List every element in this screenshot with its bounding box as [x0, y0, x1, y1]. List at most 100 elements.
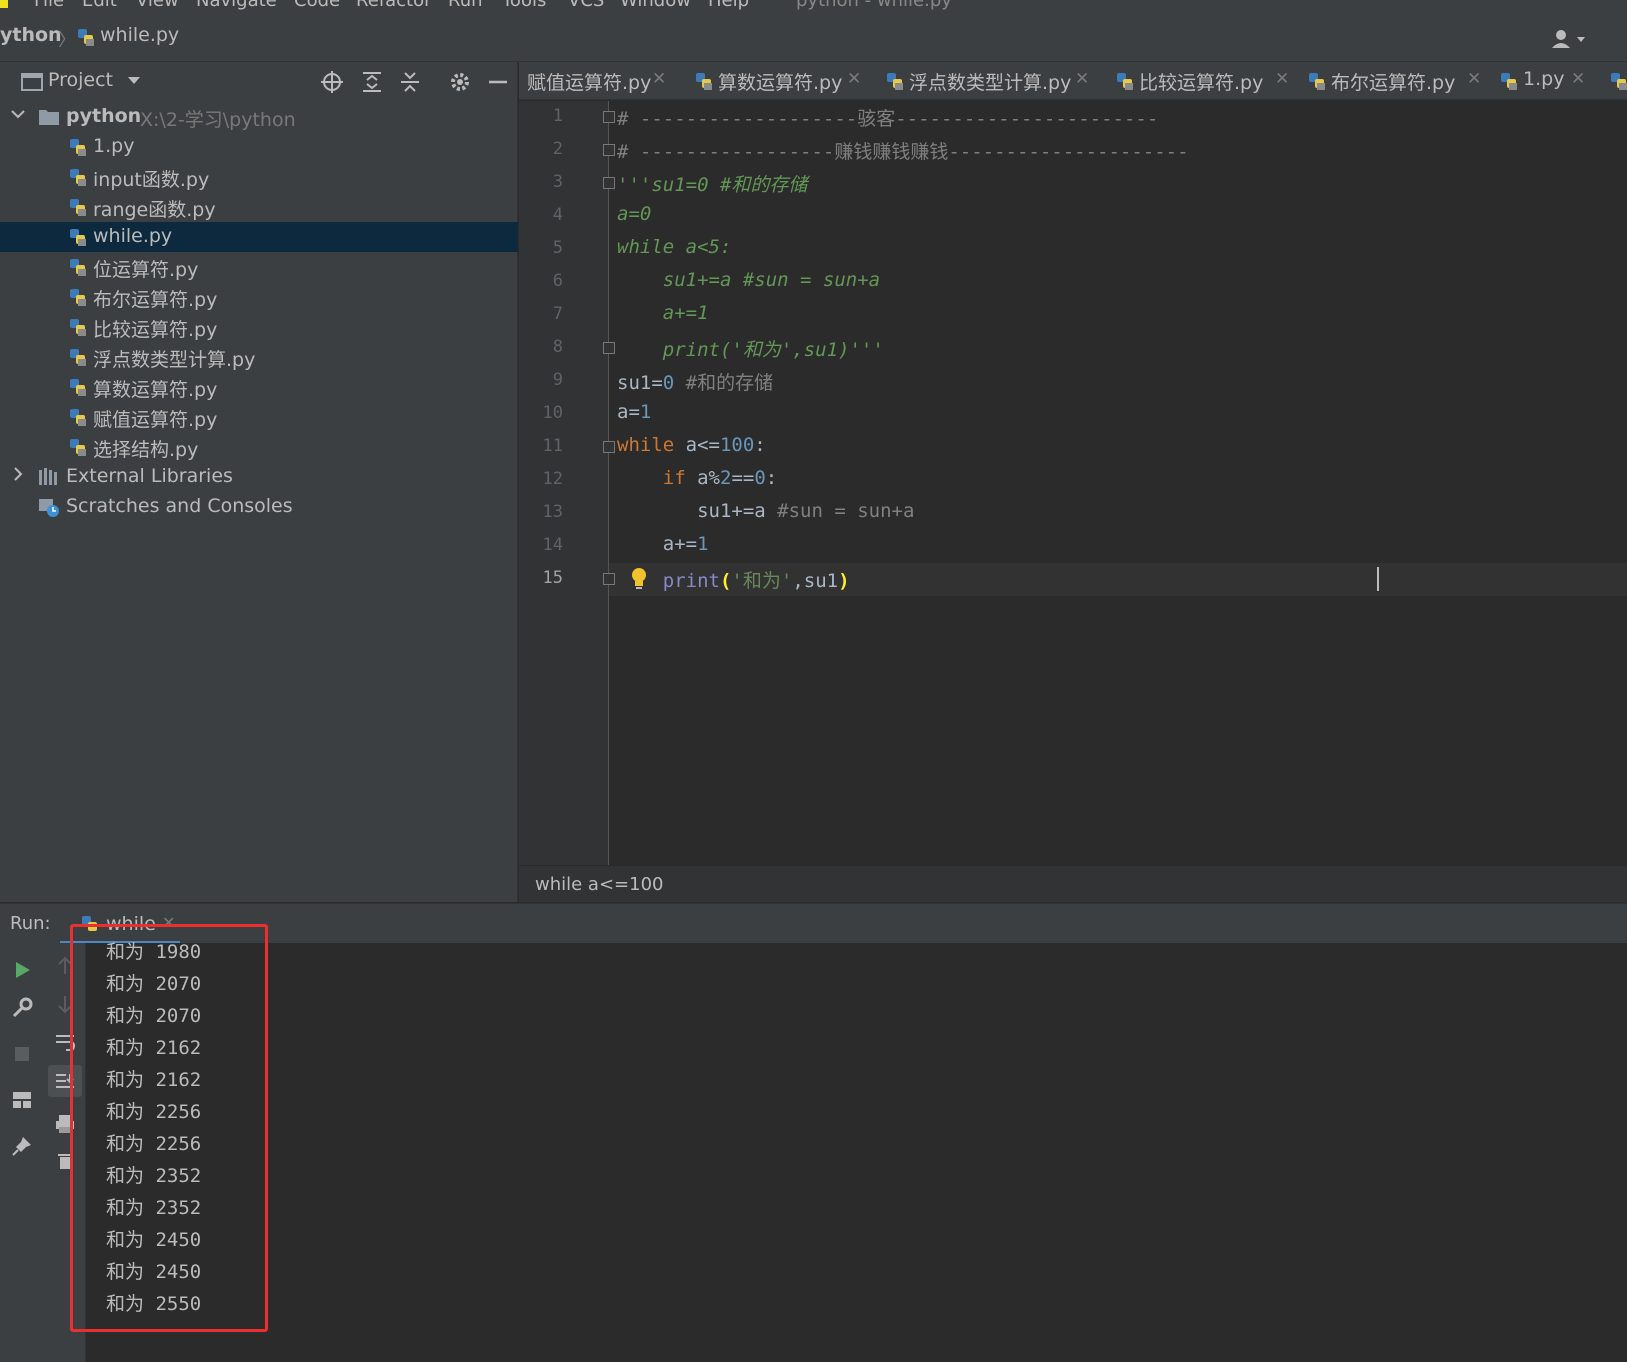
- tree-file-item[interactable]: 布尔运算符.py: [0, 282, 518, 312]
- tab-file[interactable]: 算数运算符.py ✕: [694, 62, 884, 99]
- menu-refactor[interactable]: Refactor: [356, 0, 432, 11]
- tree-file-item[interactable]: 1.py: [0, 132, 518, 162]
- locate-file-icon[interactable]: [320, 70, 344, 94]
- tree-root-python[interactable]: python X:\2-学习\python: [0, 102, 518, 132]
- line-number: 3: [552, 172, 563, 192]
- navigation-bar: ython 〉 while.py: [0, 12, 1627, 62]
- code-token: su1+=a: [617, 500, 778, 522]
- tab-file[interactable]: 浮点数类型计算.py ✕: [885, 62, 1105, 99]
- tree-file-item[interactable]: 位运算符.py: [0, 252, 518, 282]
- code-line: while a<5:: [617, 236, 732, 258]
- tree-scratches[interactable]: Scratches and Consoles: [0, 492, 518, 522]
- close-icon[interactable]: ✕: [1075, 69, 1089, 89]
- fold-marker-icon[interactable]: [603, 111, 615, 123]
- chevron-down-icon[interactable]: [126, 72, 142, 88]
- code-editor[interactable]: 1 2 3 4 5 6 7 8 9 10 11 12 13 14 15 # --…: [519, 101, 1627, 865]
- menu-tools[interactable]: Tools: [502, 0, 546, 11]
- breadcrumb-project[interactable]: ython: [0, 24, 62, 46]
- code-line: a=1: [617, 401, 651, 423]
- expand-all-icon[interactable]: [360, 70, 384, 94]
- tab-file[interactable]: 比较运算符.py ✕: [1115, 62, 1305, 99]
- tab-label: 赋值运算符.py: [527, 72, 652, 94]
- tree-file-item[interactable]: 浮点数类型计算.py: [0, 342, 518, 372]
- line-number: 4: [552, 205, 563, 225]
- tree-file-item-selected[interactable]: while.py: [0, 222, 518, 252]
- code-line: su1+=a #sun = sun+a: [617, 500, 914, 522]
- pin-icon[interactable]: [11, 1135, 33, 1157]
- file-name: while.py: [93, 225, 173, 247]
- tree-file-item[interactable]: 赋值运算符.py: [0, 402, 518, 432]
- fold-marker-icon[interactable]: [603, 441, 615, 453]
- layout-icon[interactable]: [11, 1089, 33, 1111]
- rerun-icon[interactable]: [11, 959, 33, 981]
- project-panel-title[interactable]: Project: [48, 69, 113, 91]
- close-icon[interactable]: ✕: [1467, 69, 1481, 89]
- fold-marker-icon[interactable]: [603, 573, 615, 585]
- code-token: su1=: [617, 372, 663, 394]
- tree-external-libraries[interactable]: External Libraries: [0, 462, 518, 492]
- close-icon[interactable]: ✕: [652, 69, 666, 89]
- project-view-icon: [21, 73, 43, 91]
- tree-file-item[interactable]: 算数运算符.py: [0, 372, 518, 402]
- code-line: a+=1: [617, 533, 709, 555]
- tab-file[interactable]: 赋值运算符.py ✕: [527, 62, 677, 99]
- line-number: 10: [542, 403, 563, 423]
- gear-icon[interactable]: [448, 70, 472, 94]
- lightbulb-icon[interactable]: [629, 566, 649, 592]
- code-string: '和为': [731, 570, 793, 592]
- menu-window[interactable]: Window: [620, 0, 691, 11]
- file-name: 赋值运算符.py: [93, 409, 218, 431]
- menu-vcs[interactable]: VCS: [568, 0, 604, 11]
- code-line: while a<=100:: [617, 434, 766, 456]
- menu-edit[interactable]: Edit: [82, 0, 117, 11]
- python-file-icon: [70, 439, 86, 456]
- editor-tab-bar: 赋值运算符.py ✕ 算数运算符.py ✕ 浮点数类型计算.py ✕ 比较运算符…: [519, 62, 1627, 100]
- menu-help[interactable]: Help: [708, 0, 749, 11]
- run-label: Run:: [10, 913, 51, 934]
- fold-marker-icon[interactable]: [603, 144, 615, 156]
- code-token: a=: [617, 401, 640, 423]
- run-toolbar-primary: [0, 943, 44, 1362]
- close-icon[interactable]: ✕: [1275, 69, 1289, 89]
- user-account-icon[interactable]: [1551, 28, 1587, 50]
- menu-run[interactable]: Run: [448, 0, 483, 11]
- python-file-icon: [70, 409, 86, 426]
- file-name: input函数.py: [93, 169, 210, 191]
- breadcrumb-file[interactable]: while.py: [100, 24, 179, 46]
- menu-view[interactable]: View: [136, 0, 179, 11]
- tab-file[interactable]: 布尔运算符.py ✕: [1307, 62, 1497, 99]
- chevron-right-icon[interactable]: [10, 466, 26, 482]
- fold-marker-icon[interactable]: [603, 342, 615, 354]
- line-number: 5: [552, 238, 563, 258]
- fold-marker-icon[interactable]: [603, 177, 615, 189]
- menu-code[interactable]: Code: [294, 0, 340, 11]
- line-number: 14: [542, 535, 563, 555]
- stop-icon[interactable]: [11, 1043, 33, 1065]
- python-file-icon: [1611, 73, 1627, 90]
- code-keyword: while: [617, 434, 675, 456]
- close-icon[interactable]: ✕: [847, 69, 861, 89]
- wrench-icon[interactable]: [11, 997, 33, 1019]
- tree-file-item[interactable]: range函数.py: [0, 192, 518, 222]
- editor-breadcrumb[interactable]: while a<=100: [519, 866, 1627, 902]
- close-icon[interactable]: ✕: [1571, 69, 1585, 89]
- code-number: 1: [639, 401, 652, 423]
- minimize-icon[interactable]: [486, 70, 510, 94]
- python-file-icon: [70, 139, 86, 156]
- tree-file-item[interactable]: 选择结构.py: [0, 432, 518, 462]
- line-number-current: 15: [542, 568, 563, 588]
- menu-navigate[interactable]: Navigate: [196, 0, 277, 11]
- line-number: 8: [552, 337, 563, 357]
- chevron-down-icon[interactable]: [10, 106, 26, 122]
- tab-file[interactable]: 1.py ✕: [1499, 62, 1599, 99]
- code-line: a+=1: [617, 302, 709, 324]
- scratches-label: Scratches and Consoles: [66, 495, 293, 517]
- code-token: ==: [731, 467, 755, 489]
- run-console-output[interactable]: 和为 1980 和为 2070 和为 2070 和为 2162 和为 2162 …: [86, 941, 1627, 1362]
- code-number: 100: [719, 434, 755, 456]
- tree-file-item[interactable]: 比较运算符.py: [0, 312, 518, 342]
- tree-file-item[interactable]: input函数.py: [0, 162, 518, 192]
- menu-file[interactable]: File: [34, 0, 64, 11]
- collapse-all-icon[interactable]: [398, 70, 422, 94]
